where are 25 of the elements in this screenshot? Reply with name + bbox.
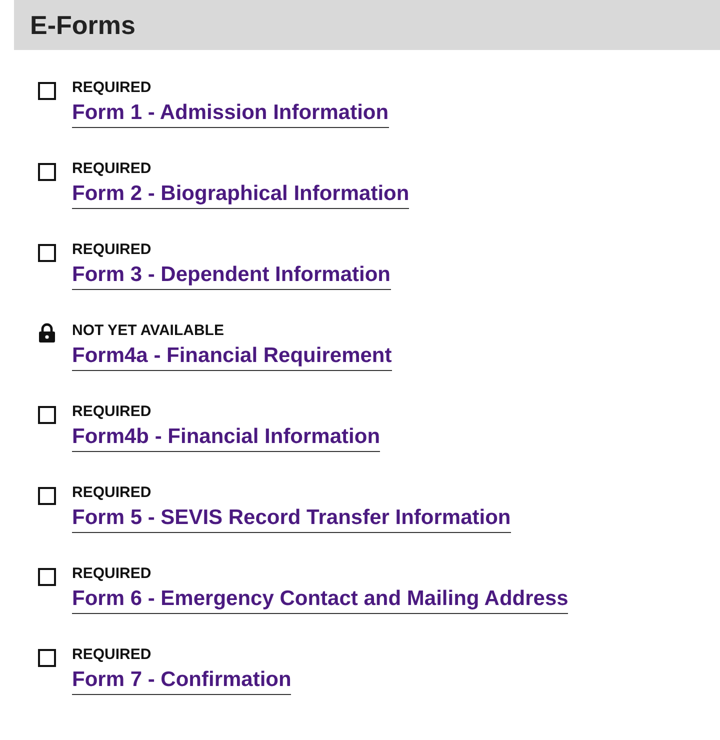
checkbox[interactable] <box>38 163 56 181</box>
section-title: E-Forms <box>30 8 136 42</box>
form-link[interactable]: Form 7 - Confirmation <box>72 667 292 695</box>
checkbox[interactable] <box>38 487 56 505</box>
lock-icon <box>38 323 56 343</box>
status-label: REQUIRED <box>72 646 152 664</box>
checkbox[interactable] <box>38 568 56 586</box>
form-link[interactable]: Form 6 - Emergency Contact and Mailing Address <box>72 586 568 614</box>
form-link[interactable]: Form 2 - Biographical Information <box>72 181 410 209</box>
form-link[interactable]: Form4b - Financial Information <box>72 424 380 452</box>
checkbox[interactable] <box>38 244 56 262</box>
status-label: REQUIRED <box>72 403 152 421</box>
form-link[interactable]: Form4a - Financial Requirement <box>72 343 392 371</box>
checkbox[interactable] <box>38 82 56 100</box>
status-label: REQUIRED <box>72 241 152 259</box>
form-link[interactable]: Form 1 - Admission Information <box>72 100 389 128</box>
status-label: REQUIRED <box>72 565 152 583</box>
checkbox[interactable] <box>38 649 56 667</box>
status-label: NOT YET AVAILABLE <box>72 322 224 340</box>
status-label: REQUIRED <box>72 79 152 97</box>
form-link[interactable]: Form 5 - SEVIS Record Transfer Information <box>72 505 511 533</box>
status-label: REQUIRED <box>72 160 152 178</box>
form-link[interactable]: Form 3 - Dependent Information <box>72 262 391 290</box>
checkbox[interactable] <box>38 406 56 424</box>
status-label: REQUIRED <box>72 484 152 502</box>
